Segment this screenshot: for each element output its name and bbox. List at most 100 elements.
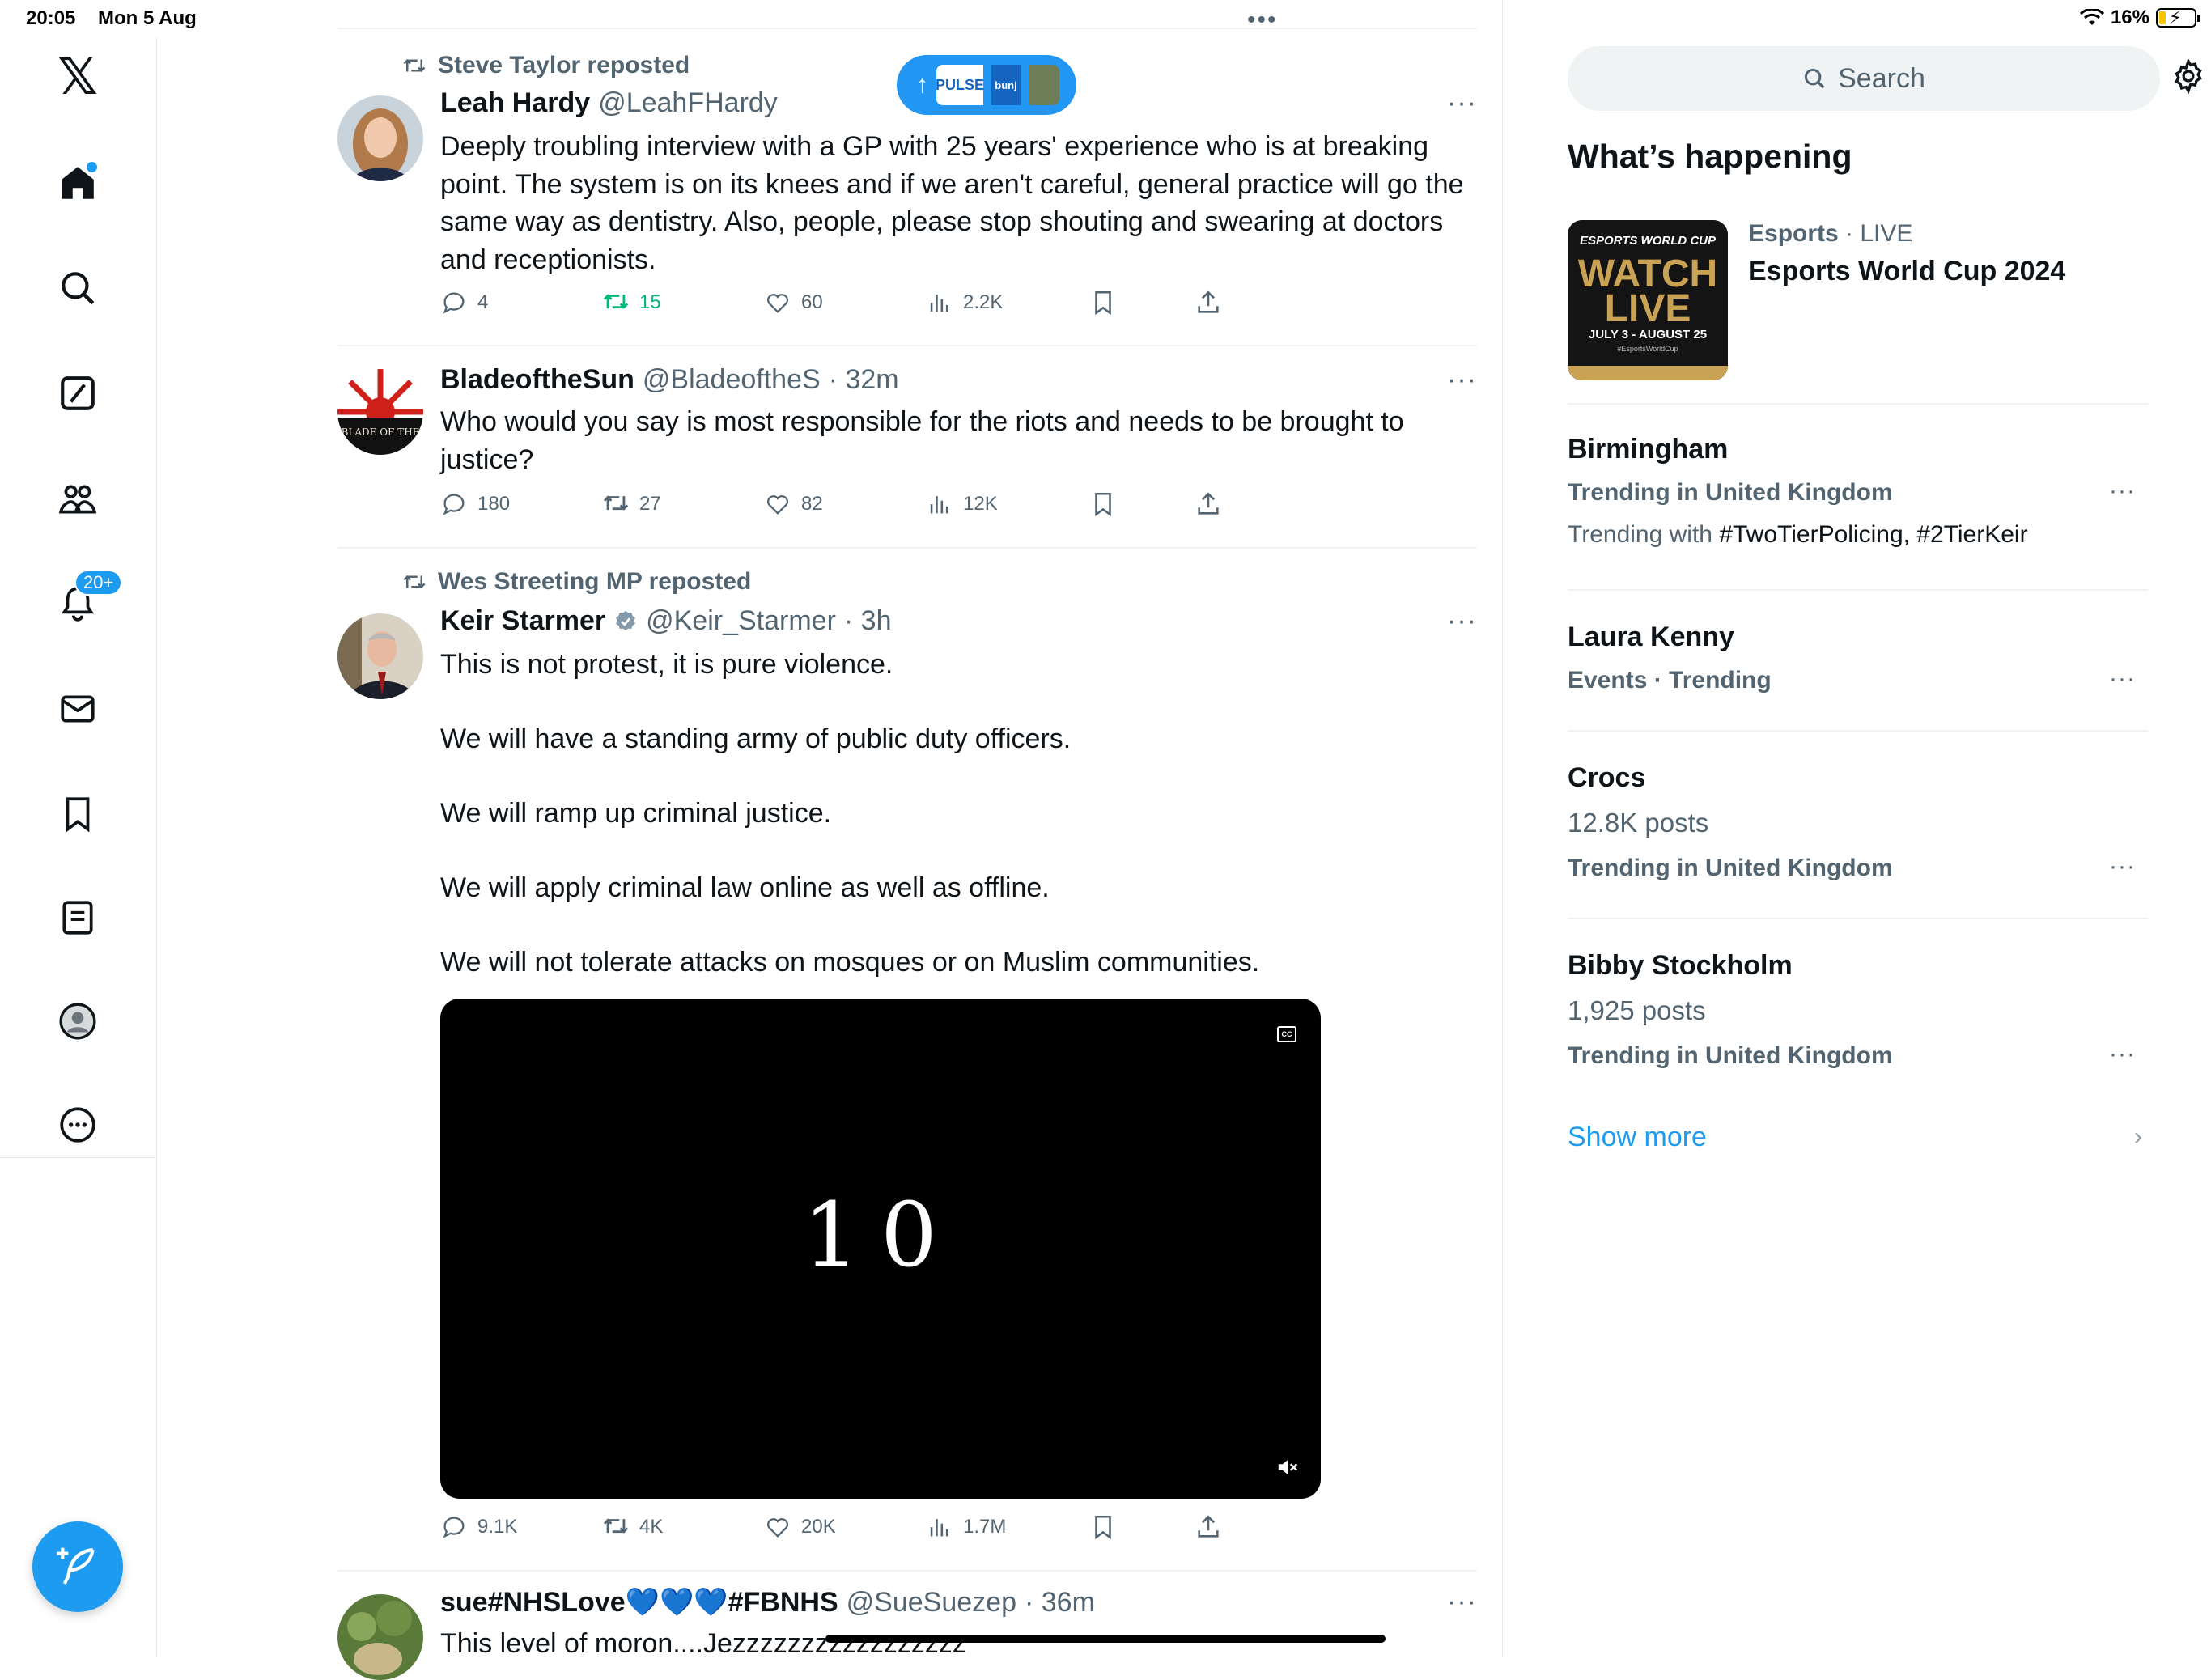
clock: 20:05 [26, 7, 76, 29]
avatar-text: BLADE OF THE [342, 426, 420, 438]
muted-speaker-icon[interactable] [1275, 1457, 1300, 1478]
lists-icon[interactable] [53, 893, 102, 942]
show-more-link[interactable]: Show more [1568, 1122, 1707, 1153]
avatar[interactable] [337, 1594, 423, 1680]
more-options-icon[interactable]: ··· [1447, 1586, 1477, 1618]
gear-icon[interactable] [2171, 58, 2206, 94]
trending-hashtags[interactable]: #TwoTierPolicing, #2TierKeir [1719, 521, 2027, 548]
video-player[interactable]: 10 CC [440, 999, 1321, 1499]
reply-icon [443, 1517, 465, 1538]
more-options-icon[interactable]: ··· [1447, 87, 1477, 119]
avatar[interactable]: BLADE OF THE [337, 369, 423, 455]
like-button[interactable]: 60 [764, 289, 823, 316]
trend-item-esports[interactable]: ESPORTS WORLD CUP WATCH LIVE JULY 3 - AU… [1568, 220, 2149, 405]
repost-icon [603, 1518, 629, 1534]
author-name[interactable]: BladeoftheSun [440, 364, 634, 396]
avatar[interactable] [337, 95, 423, 181]
reply-button[interactable]: 4 [440, 289, 488, 316]
more-options-icon[interactable]: ··· [1447, 605, 1477, 637]
more-options-icon[interactable]: ··· [1447, 364, 1477, 396]
trend-item-crocs[interactable]: Crocs 12.8K posts Trending in United Kin… [1568, 732, 2149, 919]
messages-icon[interactable] [53, 685, 102, 733]
trend-post-count: 1,925 posts [1568, 995, 1706, 1025]
trend-title: Bibby Stockholm [1568, 950, 1793, 981]
repost-button[interactable]: 15 [602, 289, 661, 316]
author-name[interactable]: sue#NHSLove💙💙💙#FBNHS [440, 1586, 838, 1618]
repost-context: Steve Taylor reposted [402, 52, 690, 79]
author-name[interactable]: Leah Hardy [440, 87, 590, 119]
trend-more-icon[interactable]: ··· [2109, 477, 2136, 505]
author-handle[interactable]: @LeahFHardy [598, 87, 778, 119]
reply-button[interactable]: 9.1K [440, 1513, 517, 1541]
nav-divider [0, 1157, 156, 1158]
left-nav: 𝕏 20+ [0, 37, 157, 1657]
author-handle[interactable]: @BladeoftheS [643, 364, 821, 396]
repost-context: Wes Streeting MP reposted [402, 568, 751, 596]
views-button[interactable]: 1.7M [926, 1513, 1006, 1541]
profile-icon[interactable] [53, 997, 102, 1046]
more-icon[interactable] [53, 1101, 102, 1149]
reply-button[interactable]: 180 [440, 490, 510, 518]
tweet[interactable]: Steve Taylor reposted Leah Hardy @LeahFH… [337, 29, 1477, 346]
communities-icon[interactable] [53, 474, 102, 523]
trend-more-icon[interactable]: ··· [2109, 853, 2136, 880]
author-name[interactable]: Keir Starmer [440, 605, 605, 637]
tweet-header: Leah Hardy @LeahFHardy [440, 87, 778, 119]
trending-with: Trending with #TwoTierPolicing, #2TierKe… [1568, 521, 2028, 548]
tweet-text: Deeply troubling interview with a GP wit… [440, 131, 1464, 275]
author-handle[interactable]: @SueSuezep [847, 1587, 1016, 1618]
heart-icon [766, 294, 789, 313]
views-button[interactable]: 12K [926, 490, 998, 518]
post-time[interactable]: · 3h [844, 605, 892, 637]
views-button[interactable]: 2.2K [926, 289, 1003, 316]
home-indicator[interactable] [825, 1635, 1386, 1643]
trend-more-icon[interactable]: ··· [2109, 665, 2136, 693]
feather-plus-icon [57, 1547, 95, 1585]
repost-button[interactable]: 4K [602, 1513, 663, 1541]
share-button[interactable] [1195, 289, 1222, 316]
trend-context: Trending in United Kingdom [1568, 855, 1893, 881]
repost-button[interactable]: 27 [602, 490, 661, 518]
search-icon[interactable] [53, 264, 102, 312]
trend-title: Esports World Cup 2024 [1748, 256, 2066, 286]
trend-title: Birmingham [1568, 434, 1729, 465]
captions-icon[interactable]: CC [1277, 1026, 1296, 1042]
bookmark-button[interactable] [1089, 1513, 1117, 1541]
post-time[interactable]: · 36m [1025, 1587, 1095, 1618]
tweet[interactable]: sue#NHSLove💙💙💙#FBNHS @SueSuezep · 36m ··… [337, 1572, 1477, 1680]
grok-icon[interactable] [53, 369, 102, 418]
trend-more-icon[interactable]: ··· [2109, 1041, 2136, 1068]
whats-happening-heading: What’s happening [1568, 138, 1852, 175]
compose-button[interactable] [32, 1521, 123, 1612]
like-button[interactable]: 20K [764, 1513, 836, 1541]
search-placeholder: Search [1838, 62, 1925, 94]
home-icon[interactable] [53, 159, 102, 207]
post-time[interactable]: · 32m [829, 364, 899, 396]
bookmarks-icon[interactable] [53, 790, 102, 838]
bookmark-icon [1095, 1515, 1111, 1540]
trend-item-birmingham[interactable]: Birmingham Trending in United Kingdom ··… [1568, 403, 2149, 591]
tweet[interactable]: BLADE OF THE BladeoftheSun @BladeoftheS … [337, 346, 1477, 549]
x-logo-icon[interactable]: 𝕏 [53, 53, 102, 103]
video-frame-text: 10 [803, 1183, 958, 1287]
repost-icon [603, 495, 629, 511]
trend-context: Events · Trending [1568, 667, 1772, 694]
share-button[interactable] [1195, 1513, 1222, 1541]
repost-icon [403, 58, 426, 73]
trend-item-laura-kenny[interactable]: Laura Kenny Events · Trending ··· [1568, 591, 2149, 732]
author-handle[interactable]: @Keir_Starmer [646, 605, 836, 637]
bookmark-button[interactable] [1089, 490, 1117, 518]
chevron-right-icon[interactable]: › [2134, 1123, 2142, 1151]
esports-thumbnail: ESPORTS WORLD CUP WATCH LIVE JULY 3 - AU… [1568, 220, 1728, 380]
bookmark-button[interactable] [1089, 289, 1117, 316]
tweet-header: Keir Starmer @Keir_Starmer · 3h [440, 605, 892, 637]
tweet[interactable]: Wes Streeting MP reposted Keir Starmer @… [337, 549, 1477, 1572]
reply-icon [443, 494, 465, 515]
search-input[interactable]: Search [1568, 46, 2160, 111]
avatar[interactable] [337, 613, 423, 699]
like-button[interactable]: 82 [764, 490, 823, 518]
notifications-icon[interactable]: 20+ [53, 570, 123, 628]
share-button[interactable] [1195, 490, 1222, 518]
views-chart-icon [930, 1519, 948, 1537]
trend-item-bibby-stockholm[interactable]: Bibby Stockholm 1,925 posts Trending in … [1568, 919, 2149, 1097]
